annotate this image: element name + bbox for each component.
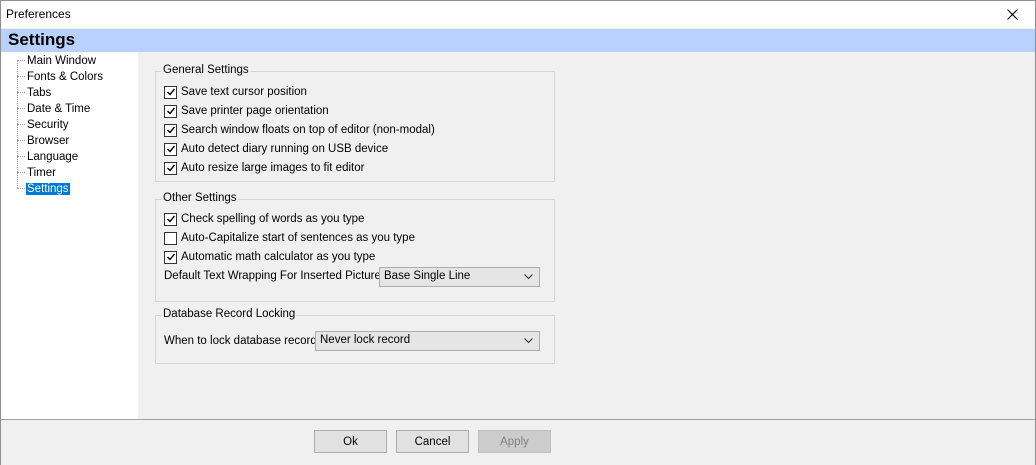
tree-item-label: Language [27, 151, 79, 163]
checkbox-box[interactable] [164, 231, 177, 245]
close-icon [1006, 9, 1018, 20]
chevron-down-icon [524, 338, 533, 344]
close-button[interactable] [989, 1, 1035, 28]
tree-item-tabs[interactable]: Tabs [17, 85, 52, 101]
tree-item-label: Security [27, 119, 69, 131]
select-value: Base Single Line [384, 270, 471, 282]
checkbox-box[interactable] [164, 142, 177, 156]
apply-button[interactable]: Apply [478, 430, 551, 453]
settings-header: Settings [1, 29, 1035, 52]
checkbox-save-cursor[interactable]: Save text cursor position [164, 84, 307, 100]
general-settings-group: General Settings Save text cursor positi… [155, 64, 555, 182]
lock-record-label: When to lock database record [164, 335, 317, 347]
tree-item-label: Main Window [27, 55, 97, 67]
tree-item-main-window[interactable]: Main Window [17, 53, 97, 69]
tree-item-timer[interactable]: Timer [17, 165, 57, 181]
tree-item-browser[interactable]: Browser [17, 133, 70, 149]
checkbox-box[interactable] [164, 85, 177, 99]
select-value: Never lock record [320, 334, 411, 346]
checkbox-label: Automatic math calculator as you type [181, 251, 376, 263]
group-label: Database Record Locking [162, 308, 297, 320]
group-label: General Settings [162, 64, 250, 76]
checkmark-icon [166, 88, 175, 96]
tree-item-settings[interactable]: Settings [17, 181, 70, 197]
checkbox-label: Auto detect diary running on USB device [181, 143, 389, 155]
checkbox-box[interactable] [164, 123, 177, 137]
checkbox-box[interactable] [164, 250, 177, 264]
tree-item-label: Settings [26, 183, 70, 195]
checkbox-box[interactable] [164, 161, 177, 175]
text-wrapping-select[interactable]: Base Single Line [379, 267, 540, 287]
checkbox-spell-check[interactable]: Check spelling of words as you type [164, 211, 364, 227]
checkbox-label: Save text cursor position [181, 86, 307, 98]
tree-item-fonts-colors[interactable]: Fonts & Colors [17, 69, 104, 85]
checkmark-icon [166, 215, 175, 223]
checkbox-usb-detect[interactable]: Auto detect diary running on USB device [164, 141, 388, 157]
checkbox-auto-resize[interactable]: Auto resize large images to fit editor [164, 160, 364, 176]
settings-panel: General Settings Save text cursor positi… [138, 52, 1035, 419]
title-bar: Preferences [1, 1, 1035, 28]
checkmark-icon [166, 126, 175, 134]
checkbox-box[interactable] [164, 104, 177, 118]
checkmark-icon [166, 164, 175, 172]
tree-item-date-time[interactable]: Date & Time [17, 101, 91, 117]
checkbox-save-orientation[interactable]: Save printer page orientation [164, 103, 329, 119]
tree-item-label: Fonts & Colors [27, 71, 104, 83]
checkbox-search-floats[interactable]: Search window floats on top of editor (n… [164, 122, 435, 138]
tree-item-language[interactable]: Language [17, 149, 79, 165]
ok-button[interactable]: Ok [314, 430, 387, 453]
group-label: Other Settings [162, 192, 238, 204]
checkbox-box[interactable] [164, 212, 177, 226]
checkbox-label: Search window floats on top of editor (n… [181, 124, 435, 136]
text-wrapping-label: Default Text Wrapping For Inserted Pictu… [164, 270, 387, 282]
tree-item-label: Tabs [27, 87, 52, 99]
window-title: Preferences [6, 7, 71, 21]
checkbox-label: Auto resize large images to fit editor [181, 162, 365, 174]
chevron-down-icon [524, 274, 533, 280]
checkbox-label: Save printer page orientation [181, 105, 329, 117]
tree-item-label: Date & Time [27, 103, 91, 115]
checkmark-icon [166, 107, 175, 115]
lock-record-select[interactable]: Never lock record [315, 331, 540, 351]
preferences-window: Preferences Settings Main Window Fonts &… [0, 0, 1036, 465]
tree-item-security[interactable]: Security [17, 117, 70, 133]
record-locking-group: Database Record Locking When to lock dat… [155, 308, 555, 364]
other-settings-group: Other Settings Check spelling of words a… [155, 192, 555, 302]
settings-tree: Main Window Fonts & Colors Tabs Date & T… [1, 52, 138, 419]
checkbox-math-calculator[interactable]: Automatic math calculator as you type [164, 249, 375, 265]
checkmark-icon [166, 253, 175, 261]
button-bar: Ok Cancel Apply [1, 419, 1035, 465]
page-title: Settings [8, 30, 76, 49]
checkmark-icon [166, 145, 175, 153]
checkbox-label: Auto-Capitalize start of sentences as yo… [181, 232, 415, 244]
checkbox-auto-capitalize[interactable]: Auto-Capitalize start of sentences as yo… [164, 230, 415, 246]
cancel-button[interactable]: Cancel [396, 430, 469, 453]
tree-item-label: Timer [27, 167, 56, 179]
checkbox-label: Check spelling of words as you type [181, 213, 365, 225]
tree-item-label: Browser [27, 135, 70, 147]
